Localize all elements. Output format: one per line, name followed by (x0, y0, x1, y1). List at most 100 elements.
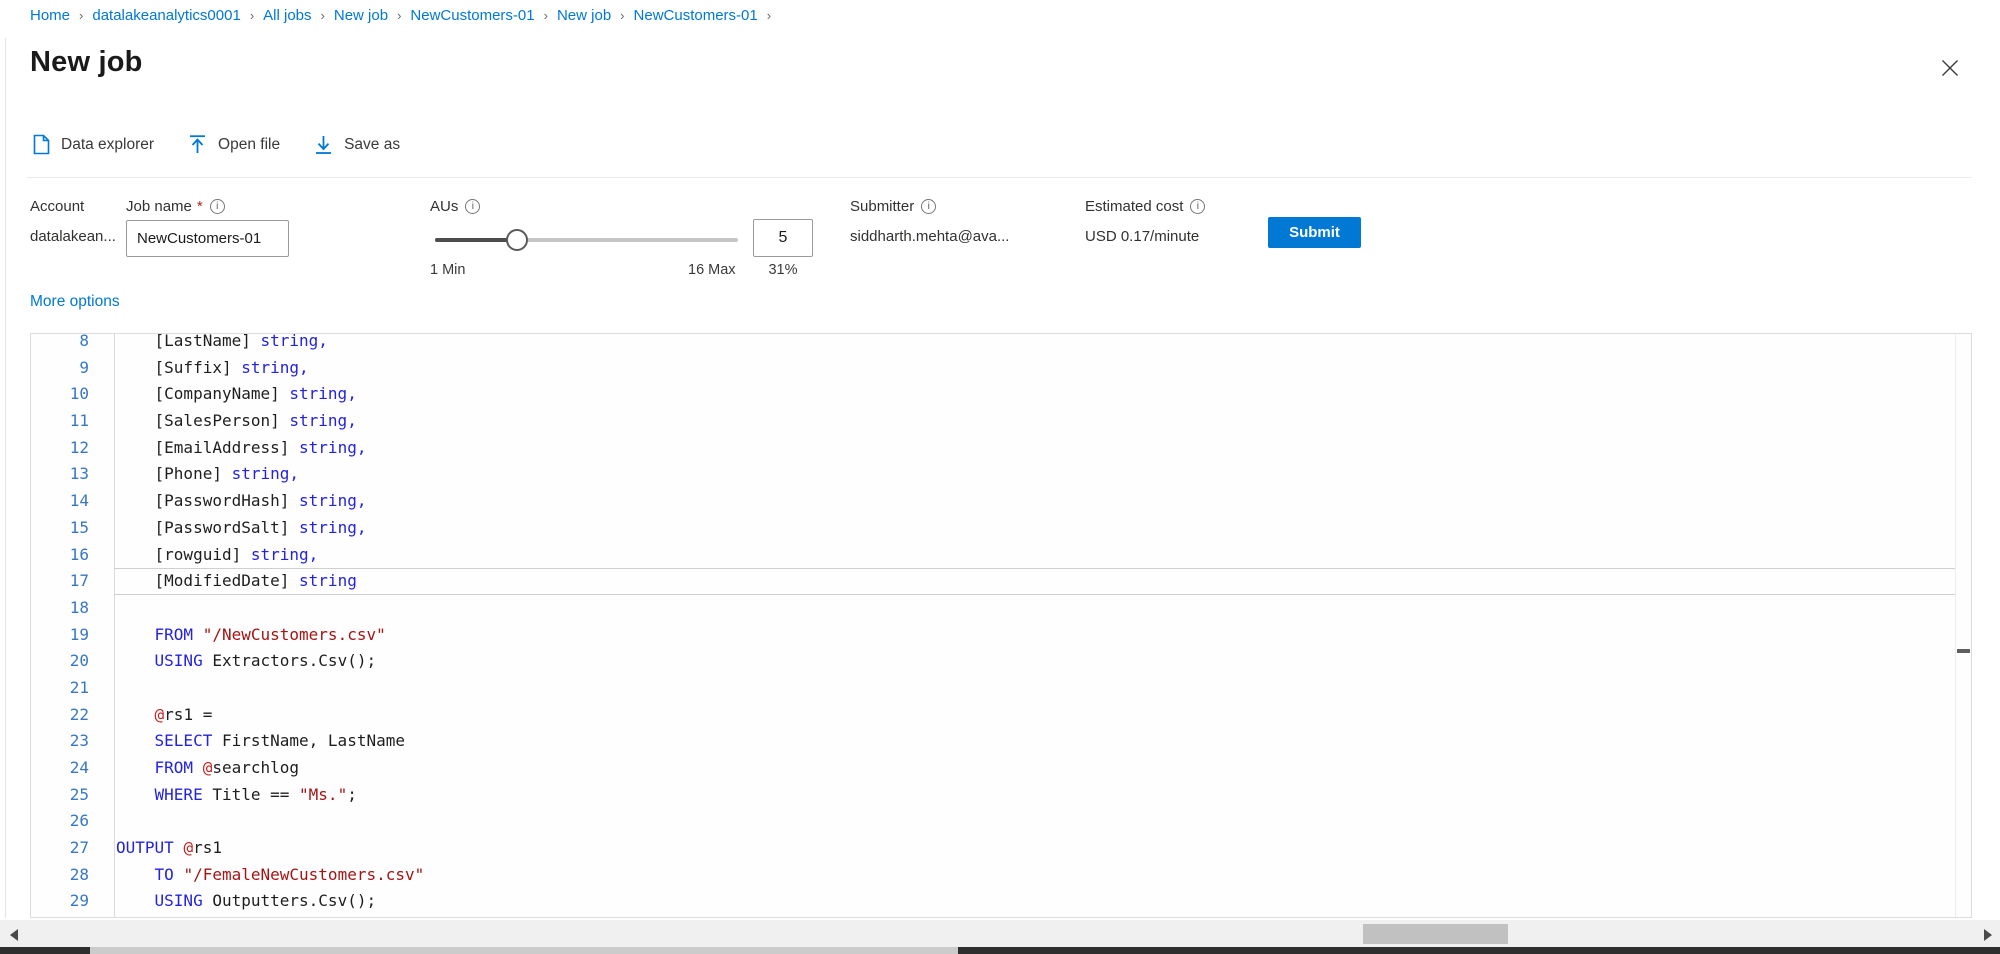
code-editor[interactable]: 8 9 10 11 12 13 14 15 16 17 18 19 20 21 22 23 24 25 26 27 28… (30, 333, 1972, 918)
editor-code-line[interactable] (116, 675, 1954, 702)
breadcrumb-item[interactable]: All jobs (263, 7, 311, 24)
new-job-blade: Home › datalakeanalytics0001 › All jobs › New … (0, 0, 2000, 954)
editor-code-line[interactable]: WHERE Title == "Ms."; (116, 782, 1954, 809)
code-token: [rowguid] (116, 544, 251, 564)
breadcrumb-separator-icon: › (766, 8, 772, 23)
more-options-link[interactable]: More options (30, 293, 120, 311)
job-name-input[interactable] (126, 220, 289, 257)
code-token: [CompanyName] (116, 384, 290, 404)
code-token: string, (250, 544, 319, 564)
page-title: New job (30, 46, 143, 78)
info-icon[interactable]: i (465, 199, 481, 214)
code-token: TO (154, 864, 174, 884)
editor-code-line[interactable]: [ModifiedDate] string (116, 568, 1954, 595)
info-icon[interactable]: i (209, 199, 225, 214)
breadcrumb-item[interactable]: NewCustomers-01 (410, 7, 534, 24)
breadcrumb-item[interactable]: datalakeanalytics0001 (92, 7, 240, 24)
code-token: "Ms." (299, 784, 348, 804)
scroll-right-arrow-icon[interactable] (1984, 929, 1992, 941)
document-icon (33, 134, 50, 155)
code-token: [PasswordSalt] (116, 517, 300, 537)
aus-slider-thumb[interactable] (506, 229, 528, 251)
editor-code-line[interactable]: [SalesPerson] string, (116, 408, 1954, 435)
editor-code-line[interactable]: [rowguid] string, (116, 542, 1954, 569)
editor-line-number: 8 (79, 333, 89, 350)
gutter-border (114, 334, 115, 917)
editor-code-line[interactable]: FROM "/NewCustomers.csv" (116, 622, 1954, 649)
breadcrumb-separator-icon: › (397, 8, 402, 23)
code-token: [Phone] (116, 464, 232, 484)
breadcrumb-item[interactable]: New job (557, 7, 611, 24)
editor-line-number: 18 (69, 597, 89, 617)
breadcrumb-separator-icon: › (79, 8, 84, 23)
estimated-cost-value: USD 0.17/minute (1085, 228, 1200, 245)
submitter-value: siddharth.mehta@ava... (850, 228, 1010, 245)
editor-code-line[interactable]: USING Outputters.Csv(); (116, 888, 1954, 915)
code-token: string, (299, 517, 367, 537)
editor-code-line[interactable]: FROM @searchlog (116, 755, 1954, 782)
code-token: SELECT (154, 731, 213, 751)
bottom-scrollbar-track[interactable] (0, 947, 2000, 954)
code-token: [SalesPerson] (116, 411, 290, 431)
editor-code: [LastName] string, [Suffix] string, [Com… (116, 334, 1954, 915)
editor-scrollbar-mark[interactable] (1957, 649, 1970, 653)
scroll-left-arrow-icon[interactable] (10, 929, 18, 941)
editor-code-line[interactable]: OUTPUT @rs1 (116, 835, 1954, 862)
toolbar-item-label: Open file (218, 135, 281, 153)
submit-button[interactable]: Submit (1268, 217, 1361, 248)
editor-code-line[interactable]: TO "/FemaleNewCustomers.csv" (116, 862, 1954, 889)
code-token: string, (299, 491, 367, 511)
editor-code-line[interactable]: [EmailAddress] string, (116, 435, 1954, 462)
save-as-button[interactable]: Save as (314, 134, 400, 155)
toolbar: Data explorer Open file Save as (33, 134, 400, 155)
breadcrumb: Home › datalakeanalytics0001 › All jobs › New … (30, 7, 780, 24)
editor-code-line[interactable]: [Phone] string, (116, 461, 1954, 488)
breadcrumb-item[interactable]: New job (334, 7, 388, 24)
editor-code-line[interactable]: [PasswordSalt] string, (116, 515, 1954, 542)
close-icon (1941, 59, 1959, 77)
editor-code-line[interactable]: USING Extractors.Csv(); (116, 648, 1954, 675)
open-file-button[interactable]: Open file (188, 134, 280, 155)
editor-code-line[interactable]: [CompanyName] string, (116, 381, 1954, 408)
data-explorer-button[interactable]: Data explorer (33, 134, 154, 155)
editor-line-number: 19 (69, 624, 89, 644)
editor-line-number: 29 (69, 891, 89, 911)
code-token: WHERE (154, 784, 203, 804)
editor-code-line[interactable]: SELECT FirstName, LastName (116, 728, 1954, 755)
editor-code-line[interactable] (116, 595, 1954, 622)
info-icon[interactable]: i (1190, 199, 1206, 214)
close-button[interactable] (1936, 54, 1964, 82)
code-token: [EmailAddress] (116, 437, 300, 457)
bottom-scrollbar-thumb[interactable] (90, 947, 958, 954)
toolbar-divider (27, 177, 1972, 178)
editor-vertical-scrollbar[interactable] (1955, 334, 1971, 917)
code-token: "/FemaleNewCustomers.csv" (183, 864, 425, 884)
editor-code-line[interactable]: @rs1 = (116, 702, 1954, 729)
aus-percent-label: 31% (768, 262, 798, 278)
editor-code-line[interactable]: [LastName] string, (116, 334, 1954, 355)
breadcrumb-item[interactable]: NewCustomers-01 (634, 7, 758, 24)
submitter-label: Submitter i (850, 198, 937, 215)
aus-label: AUs i (430, 198, 481, 215)
info-icon[interactable]: i (921, 199, 937, 214)
code-token: @ (183, 838, 194, 858)
editor-line-number: 23 (69, 731, 89, 751)
aus-value-input[interactable] (753, 219, 813, 257)
account-label: Account (30, 198, 85, 215)
editor-code-line[interactable] (116, 808, 1954, 835)
editor-code-line[interactable]: [PasswordHash] string, (116, 488, 1954, 515)
code-token: @ (154, 704, 165, 724)
horizontal-scrollbar-thumb[interactable] (1363, 924, 1508, 944)
code-token: "/NewCustomers.csv" (202, 624, 386, 644)
horizontal-scrollbar-track[interactable] (0, 920, 2000, 947)
breadcrumb-item[interactable]: Home (30, 7, 70, 24)
editor-code-line[interactable]: [Suffix] string, (116, 355, 1954, 382)
editor-line-number: 25 (69, 784, 89, 804)
aus-slider-track[interactable] (435, 238, 738, 242)
